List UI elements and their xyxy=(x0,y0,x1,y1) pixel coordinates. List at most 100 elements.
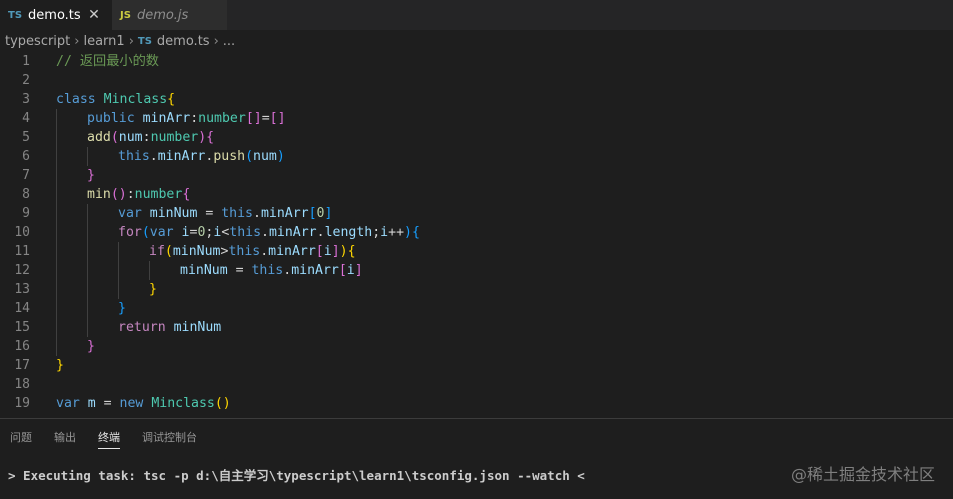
code-token: for xyxy=(118,225,142,240)
code-token: i xyxy=(323,244,332,259)
tab-demo-js[interactable]: JS demo.js xyxy=(112,0,227,30)
code-line[interactable]: 17} xyxy=(0,356,953,375)
code-token: number xyxy=(134,187,183,202)
code-line[interactable]: 14} xyxy=(0,299,953,318)
line-number: 5 xyxy=(22,130,30,145)
code-line[interactable]: 1 // 返回最小的数 xyxy=(0,52,953,71)
panel-tab-output[interactable]: 输出 xyxy=(54,419,76,455)
code-line[interactable]: 2 xyxy=(0,71,953,90)
code-token: length xyxy=(324,225,373,240)
line-number: 12 xyxy=(14,263,30,278)
code-token: () xyxy=(110,187,127,202)
code-token: minArr xyxy=(291,263,339,278)
line-number: 16 xyxy=(14,339,30,354)
code-token: // 返回最小的数 xyxy=(56,54,159,69)
watermark: @稀土掘金技术社区 xyxy=(790,465,935,484)
code-token: . xyxy=(316,225,325,240)
indent-guide xyxy=(118,242,119,261)
code-token: = xyxy=(227,263,252,278)
code-token: } xyxy=(87,339,95,354)
tab-label: demo.ts xyxy=(28,7,81,23)
code-content: public minArr:number[]=[] xyxy=(56,109,286,128)
code-token: minArr xyxy=(268,244,316,259)
code-line[interactable]: 7} xyxy=(0,166,953,185)
breadcrumb-item-symbols[interactable]: ... xyxy=(223,34,235,49)
indent-guide xyxy=(56,223,57,242)
panel-tab-debug-console[interactable]: 调试控制台 xyxy=(142,419,197,455)
code-token: if xyxy=(149,244,165,259)
code-token: Minclass xyxy=(151,396,215,411)
code-line[interactable]: 6 this.minArr.push(num) xyxy=(0,147,953,166)
code-content: } xyxy=(56,280,157,299)
code-token: Minclass xyxy=(103,92,168,107)
code-line[interactable]: 11 if(minNum>this.minArr[i]){ xyxy=(0,242,953,261)
code-line[interactable]: 3 class Minclass{ xyxy=(0,90,953,109)
panel-tab-terminal[interactable]: 终端 xyxy=(98,419,120,455)
breadcrumb-item-file[interactable]: demo.ts xyxy=(157,34,210,49)
code-token: minArr xyxy=(260,206,309,221)
line-number: 7 xyxy=(22,168,30,183)
code-content: class Minclass{ xyxy=(56,90,175,109)
indent-guide xyxy=(87,204,88,223)
code-token: } xyxy=(56,358,64,373)
indent-guide xyxy=(87,261,88,280)
code-line[interactable]: 18 xyxy=(0,375,953,394)
indent-guide xyxy=(87,318,88,337)
code-token: { xyxy=(182,187,191,202)
code-line[interactable]: 4 public minArr:number[]=[] xyxy=(0,109,953,128)
code-token: num xyxy=(253,149,277,164)
code-line[interactable]: 9 var minNum = this.minArr[0] xyxy=(0,204,953,223)
chevron-right-icon: › xyxy=(128,33,134,49)
code-token: = xyxy=(197,206,222,221)
line-number: 11 xyxy=(14,244,30,259)
indent-guide xyxy=(56,109,57,128)
code-token: } xyxy=(87,168,95,183)
indent-guide xyxy=(118,280,119,299)
code-token: () xyxy=(214,396,231,411)
code-content: var minNum = this.minArr[0] xyxy=(56,204,332,223)
code-token: : xyxy=(126,187,135,202)
code-token: [ xyxy=(308,206,317,221)
javascript-file-icon: JS xyxy=(120,9,131,21)
breadcrumb-item-typescript[interactable]: typescript xyxy=(5,34,70,49)
code-content: } xyxy=(56,337,95,356)
line-number: 14 xyxy=(14,301,30,316)
code-token: ++ xyxy=(388,225,405,240)
code-token: } xyxy=(149,282,157,297)
code-token: ( xyxy=(164,244,173,259)
code-line[interactable]: 12 minNum = this.minArr[i] xyxy=(0,261,953,280)
code-line[interactable]: 16} xyxy=(0,337,953,356)
code-line[interactable]: 10 for(var i=0;i<this.minArr.length;i++){ xyxy=(0,223,953,242)
code-token: this xyxy=(251,263,284,278)
code-token: ) xyxy=(276,149,285,164)
code-content: } xyxy=(56,299,126,318)
code-token: [] xyxy=(245,111,262,126)
code-token: ] xyxy=(324,206,333,221)
code-content: } xyxy=(56,166,95,185)
code-line[interactable]: 8 min():number{ xyxy=(0,185,953,204)
code-token: number xyxy=(198,111,246,126)
line-number: 6 xyxy=(22,149,30,164)
code-line[interactable]: 5 add(num:number){ xyxy=(0,128,953,147)
code-line[interactable]: 19 var m = new Minclass() xyxy=(0,394,953,413)
close-icon[interactable]: ✕ xyxy=(86,7,102,23)
bottom-panel: 问题 输出 终端 调试控制台 > Executing task: tsc -p d:\… xyxy=(0,418,953,499)
code-token: : xyxy=(190,111,199,126)
tab-demo-ts[interactable]: TS demo.ts ✕ xyxy=(0,0,112,30)
breadcrumb-item-learn1[interactable]: learn1 xyxy=(83,34,124,49)
code-content: add(num:number){ xyxy=(56,128,214,147)
indent-guide xyxy=(87,242,88,261)
line-number: 18 xyxy=(14,377,30,392)
indent-guide xyxy=(56,128,57,147)
code-token: min xyxy=(87,187,111,202)
code-line[interactable]: 13} xyxy=(0,280,953,299)
panel-tab-bar: 问题 输出 终端 调试控制台 xyxy=(0,419,953,455)
code-token: { xyxy=(167,92,176,107)
code-editor[interactable]: 1// 返回最小的数 2 3 class Minclass{4 public minAr… xyxy=(0,52,953,418)
code-token: i xyxy=(181,225,190,240)
indent-guide xyxy=(56,299,57,318)
code-line[interactable]: 15 return minNum xyxy=(0,318,953,337)
breadcrumb: typescript › learn1 › TS demo.ts › ... xyxy=(0,30,953,52)
line-number: 15 xyxy=(14,320,30,335)
panel-tab-problems[interactable]: 问题 xyxy=(10,419,32,455)
